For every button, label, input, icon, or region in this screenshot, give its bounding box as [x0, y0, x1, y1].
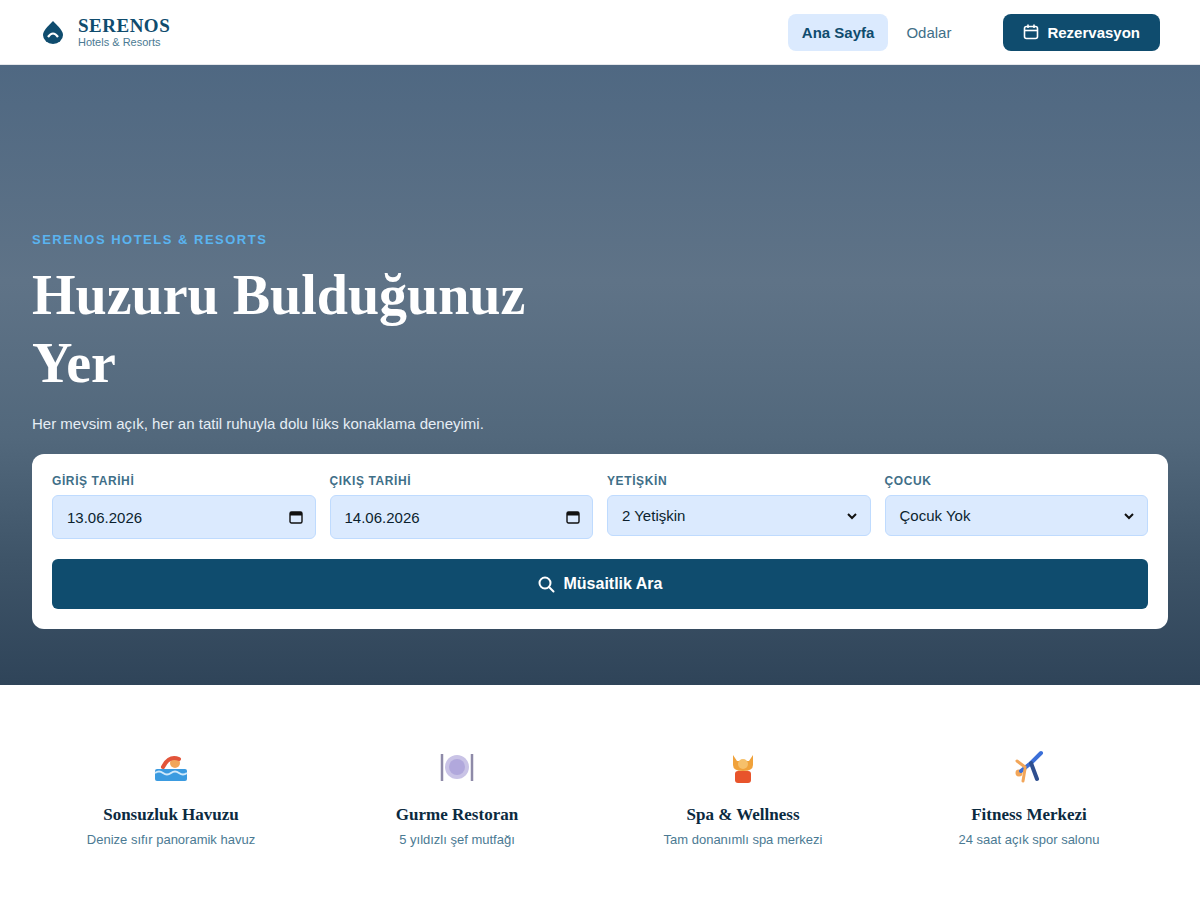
chevron-down-icon: [846, 510, 858, 522]
calendar-icon: [289, 510, 303, 524]
reservation-label: Rezervasyon: [1047, 24, 1140, 41]
search-field: ÇOCUK Çocuk Yok: [885, 474, 1149, 539]
search-fields: GİRİŞ TARİHİ 13.06.2026 ÇIKIŞ TARİHİ 14.06.…: [52, 474, 1148, 539]
feature-card: Sonsuzluk Havuzu Denize sıfır panoramik h…: [28, 749, 314, 847]
feature-card: Fitness Merkezi 24 saat açık spor salonu: [886, 749, 1172, 847]
nav-item[interactable]: Odalar: [892, 14, 965, 51]
search-icon: [538, 576, 555, 593]
date-input[interactable]: 14.06.2026: [330, 495, 594, 539]
feature-description: Denize sıfır panoramik havuz: [87, 832, 255, 847]
main-nav: Ana SayfaOdalar Rezervasyon: [788, 14, 1160, 51]
brand-name: SERENOS: [78, 16, 170, 35]
field-value: 14.06.2026: [345, 509, 420, 526]
feature-description: 5 yıldızlı şef mutfağı: [399, 832, 515, 847]
field-label: ÇOCUK: [885, 474, 1149, 488]
select-input[interactable]: Çocuk Yok: [885, 495, 1149, 536]
select-input[interactable]: 2 Yetişkin: [607, 495, 871, 536]
search-field: GİRİŞ TARİHİ 13.06.2026: [52, 474, 316, 539]
feature-title: Fitness Merkezi: [971, 805, 1087, 825]
hero-title: Huzuru Bulduğunuz Yer: [32, 261, 552, 397]
search-button[interactable]: Müsaitlik Ara: [52, 559, 1148, 609]
search-card: GİRİŞ TARİHİ 13.06.2026 ÇIKIŞ TARİHİ 14.06.…: [32, 454, 1168, 629]
brand-tagline: Hotels & Resorts: [78, 37, 170, 48]
field-value: 13.06.2026: [67, 509, 142, 526]
brand-logo[interactable]: SERENOS Hotels & Resorts: [42, 16, 170, 48]
field-label: ÇIKIŞ TARİHİ: [330, 474, 594, 488]
hero-photo: SERENOS HOTELS & RESORTS Huzuru Bulduğunu…: [0, 65, 1200, 685]
brand-text: SERENOS Hotels & Resorts: [78, 16, 170, 48]
calendar-icon: [1023, 24, 1039, 40]
features-section: Sonsuzluk Havuzu Denize sıfır panoramik h…: [0, 685, 1200, 847]
date-input[interactable]: 13.06.2026: [52, 495, 316, 539]
drop-logo-icon: [42, 20, 64, 44]
nav-item[interactable]: Ana Sayfa: [788, 14, 889, 51]
field-value: 2 Yetişkin: [622, 507, 685, 524]
field-value: Çocuk Yok: [900, 507, 971, 524]
feature-card: Spa & Wellness Tam donanımlı spa merkezi: [600, 749, 886, 847]
chevron-down-icon: [1123, 510, 1135, 522]
top-bar: SERENOS Hotels & Resorts Ana SayfaOdalar Re…: [0, 0, 1200, 65]
feature-card: Gurme Restoran 5 yıldızlı şef mutfağı: [314, 749, 600, 847]
hero-subtitle: Her mevsim açık, her an tatil ruhuyla do…: [32, 415, 1168, 432]
feature-title: Sonsuzluk Havuzu: [103, 805, 239, 825]
feature-description: Tam donanımlı spa merkezi: [664, 832, 823, 847]
feature-title: Spa & Wellness: [686, 805, 799, 825]
gymnast-icon: [1011, 749, 1047, 785]
feature-description: 24 saat açık spor salonu: [959, 832, 1100, 847]
field-label: GİRİŞ TARİHİ: [52, 474, 316, 488]
hero-eyebrow: SERENOS HOTELS & RESORTS: [32, 232, 1168, 247]
reservation-button[interactable]: Rezervasyon: [1003, 14, 1160, 51]
search-field: YETİŞKİN 2 Yetişkin: [607, 474, 871, 539]
field-label: YETİŞKİN: [607, 474, 871, 488]
search-button-label: Müsaitlik Ara: [564, 575, 663, 593]
calendar-icon: [566, 510, 580, 524]
feature-title: Gurme Restoran: [396, 805, 518, 825]
spa-icon: [725, 749, 761, 785]
pool-icon: [153, 749, 189, 785]
dining-icon: [439, 749, 475, 785]
search-field: ÇIKIŞ TARİHİ 14.06.2026: [330, 474, 594, 539]
